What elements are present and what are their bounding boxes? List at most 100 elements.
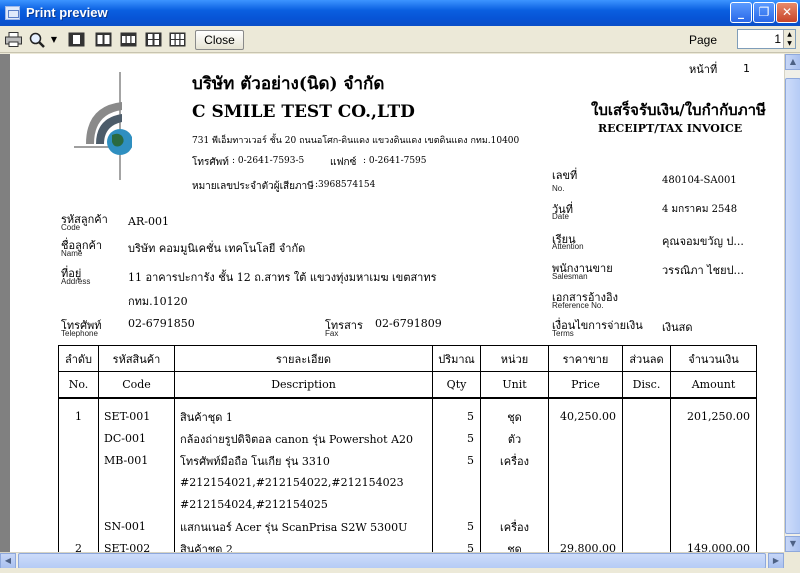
- cell-unit: ชุด: [480, 537, 549, 552]
- cell-code: SN-001: [98, 515, 175, 538]
- zoom-button[interactable]: [26, 29, 48, 50]
- doc-no: 480104-SA001: [662, 175, 737, 186]
- col-header-no-th: ลำดับ: [58, 345, 99, 372]
- restore-button[interactable]: ❐: [753, 2, 775, 23]
- reference-sub: Reference No.: [552, 301, 604, 310]
- page-stepper[interactable]: 1 ▲ ▼: [737, 29, 796, 49]
- col-header-disc-th: ส่วนลด: [622, 345, 671, 372]
- cell-amount: 201,250.00: [670, 405, 757, 428]
- vertical-scroll-thumb[interactable]: [785, 78, 800, 534]
- cell-unit: ชุด: [480, 405, 549, 428]
- cell-no: 1: [58, 405, 99, 428]
- table-row: SN-001 แสกนเนอร์ Acer รุ่น ScanPrisa S2W …: [58, 515, 757, 538]
- scroll-up-icon[interactable]: ▲: [785, 54, 800, 70]
- cell-no: 2: [58, 537, 99, 552]
- table-row: 1 SET-001 สินค้าชุด 1 5 ชุด 40,250.00 201,250.…: [58, 405, 757, 428]
- cell-disc: [622, 427, 671, 450]
- table-spacer-cell: [98, 396, 175, 406]
- cell-disc: [622, 537, 671, 552]
- customer-name-sub: Name: [61, 249, 83, 258]
- window-bottom-edge: [0, 568, 800, 573]
- close-window-button[interactable]: ✕: [776, 2, 798, 23]
- cell-disc: [622, 493, 671, 516]
- col-header-no: No.: [58, 371, 99, 398]
- cell-amount: [670, 515, 757, 538]
- cell-no: [58, 449, 99, 472]
- customer-code-sub: Code: [61, 223, 81, 232]
- table-row: #212154021,#212154022,#212154023: [58, 471, 757, 494]
- cell-qty: [432, 493, 481, 516]
- preview-area[interactable]: หน้าที่ 1 บริษัท ตัวอย่าง(นิด) จำกัด C S…: [0, 54, 784, 552]
- minimize-button[interactable]: _: [730, 2, 752, 23]
- col-header-qty-th: ปริมาณ: [432, 345, 481, 372]
- table-row: #212154024,#212154025: [58, 493, 757, 516]
- cell-qty: [432, 471, 481, 494]
- attention-value: คุณจอมขวัญ ป...: [662, 235, 744, 248]
- company-name-th: บริษัท ตัวอย่าง(นิด) จำกัด: [192, 74, 385, 94]
- table-spacer-cell: [58, 396, 99, 406]
- close-button[interactable]: Close: [195, 30, 244, 50]
- col-header-code: Code: [98, 371, 175, 398]
- four-pages-button[interactable]: [143, 29, 163, 50]
- cell-price: [548, 515, 623, 538]
- cell-amount: [670, 427, 757, 450]
- fax-value: : 0-2641-7595: [363, 156, 427, 166]
- scroll-right-icon[interactable]: ▶: [768, 553, 784, 569]
- customer-fax: 02-6791809: [375, 317, 442, 330]
- table-spacer-cell: [670, 396, 757, 406]
- table-row: DC-001 กล้องถ่ายรูปดิจิตอล canon รุ่น Pow…: [58, 427, 757, 450]
- cell-qty: 5: [432, 449, 481, 472]
- horizontal-scrollbar[interactable]: ◀ ▶: [0, 552, 784, 569]
- page-number-value[interactable]: 1: [774, 32, 781, 46]
- four-pages-icon: [145, 32, 161, 47]
- six-pages-icon: [169, 32, 185, 47]
- customer-fax-sub: Fax: [325, 329, 339, 338]
- cell-qty: 5: [432, 515, 481, 538]
- doc-date: 4 มกราคม 2548: [662, 204, 738, 215]
- cell-desc: #212154024,#212154025: [174, 493, 433, 516]
- cell-qty: 5: [432, 427, 481, 450]
- cell-disc: [622, 449, 671, 472]
- cell-no: [58, 493, 99, 516]
- cell-qty: 5: [432, 537, 481, 552]
- cell-disc: [622, 515, 671, 538]
- col-header-amount: Amount: [670, 371, 757, 398]
- cell-desc: กล้องถ่ายรูปดิจิตอล canon รุ่น Powershot…: [174, 427, 433, 450]
- zoom-dropdown[interactable]: ▼: [49, 29, 59, 50]
- terms-sub: Terms: [552, 329, 574, 338]
- cell-amount: [670, 471, 757, 494]
- two-pages-button[interactable]: [93, 29, 113, 50]
- col-header-desc-th: รายละเอียด: [174, 345, 433, 372]
- chevron-down-icon: ▼: [50, 35, 58, 44]
- customer-code: AR-001: [128, 215, 169, 228]
- col-header-price: Price: [548, 371, 623, 398]
- scroll-down-icon[interactable]: ▼: [785, 536, 800, 552]
- items-table: ลำดับ รหัสสินค้า รายละเอียด ปริมาณ หน่วย…: [58, 345, 757, 552]
- doc-no-label: เลขที่: [552, 169, 578, 182]
- horizontal-scroll-thumb[interactable]: [18, 553, 766, 569]
- print-button[interactable]: [3, 29, 23, 50]
- app-icon: [5, 6, 20, 20]
- cell-code: SET-001: [98, 405, 175, 428]
- company-name-en: C SMILE TEST CO.,LTD: [192, 102, 415, 122]
- salesman-sub: Salesman: [552, 272, 588, 281]
- cell-unit: [480, 471, 549, 494]
- cell-qty: 5: [432, 405, 481, 428]
- scroll-left-icon[interactable]: ◀: [0, 553, 16, 569]
- company-address: 731 พีเอ็มทาวเวอร์ ชั้น 20 ถนนอโศก-ดินแด…: [192, 136, 520, 146]
- tax-id-value: :3968574154: [315, 180, 376, 190]
- spin-arrows-icon[interactable]: ▲ ▼: [783, 30, 795, 48]
- table-header-en: No. Code Description Qty Unit Price Disc…: [58, 371, 757, 398]
- col-header-price-th: ราคาขาย: [548, 345, 623, 372]
- vertical-scrollbar[interactable]: ▲ ▼: [784, 54, 800, 552]
- three-pages-button[interactable]: [118, 29, 138, 50]
- cell-unit: เครื่อง: [480, 515, 549, 538]
- col-header-code-th: รหัสสินค้า: [98, 345, 175, 372]
- one-page-button[interactable]: [66, 29, 86, 50]
- title-bar: Print preview _ ❐ ✕: [0, 0, 800, 26]
- cell-unit: [480, 493, 549, 516]
- six-pages-button[interactable]: [167, 29, 187, 50]
- cell-disc: [622, 405, 671, 428]
- one-page-icon: [68, 32, 84, 47]
- page-no: 1: [743, 62, 750, 75]
